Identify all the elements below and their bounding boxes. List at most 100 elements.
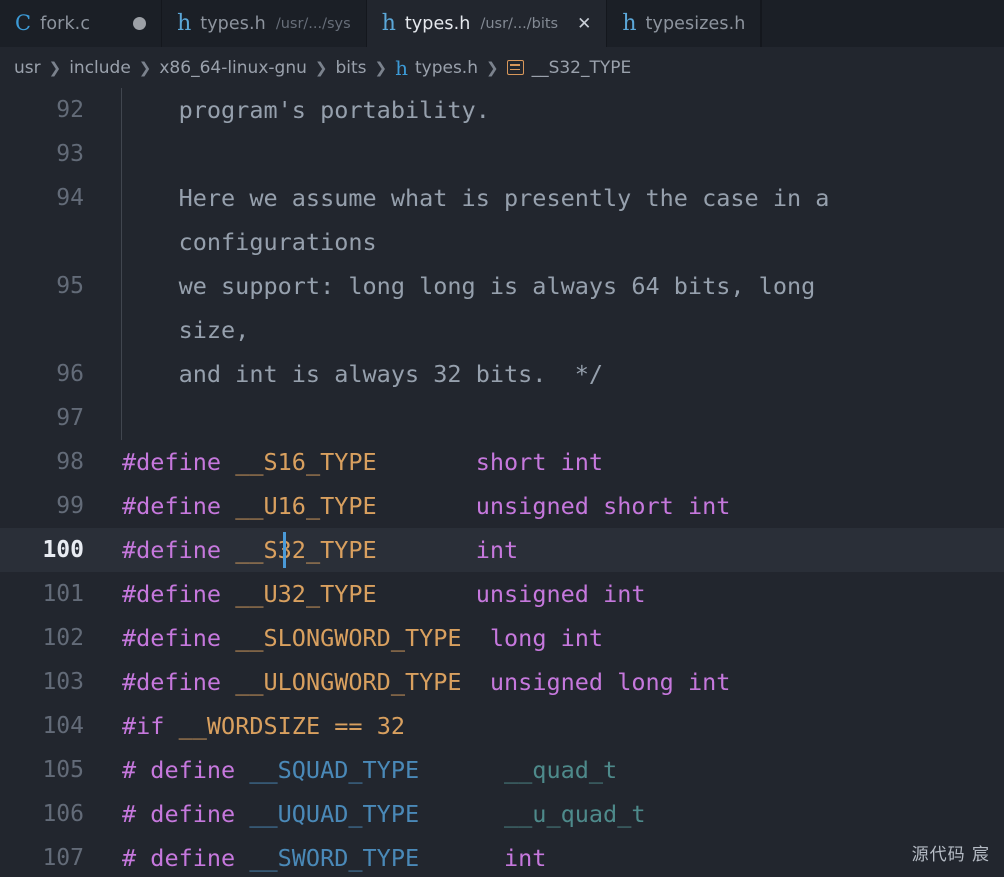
- line-number: 105: [42, 757, 84, 783]
- code-line-content[interactable]: Here we assume what is presently the cas…: [100, 184, 830, 212]
- code-line-content[interactable]: # define __SWORD_TYPE int: [100, 844, 546, 872]
- line-number: 107: [42, 845, 84, 871]
- c-file-icon: C: [15, 11, 32, 35]
- breadcrumb-item-label: __S32_TYPE: [531, 57, 632, 78]
- breadcrumb-item-__s32_type[interactable]: __S32_TYPE: [503, 58, 636, 78]
- code-line-103[interactable]: 103 #define __ULONGWORD_TYPE unsigned lon…: [0, 660, 1004, 704]
- code-line-content[interactable]: #define __ULONGWORD_TYPE unsigned long i…: [100, 668, 730, 696]
- code-token: int: [504, 844, 547, 872]
- code-token: __SQUAD_TYPE: [249, 756, 420, 784]
- code-line-104[interactable]: 104 #if __WORDSIZE == 32: [0, 704, 1004, 748]
- code-line-content[interactable]: we support: long long is always 64 bits,…: [100, 272, 816, 300]
- code-token: #define: [122, 536, 222, 564]
- code-line-content[interactable]: size,: [100, 316, 250, 344]
- code-token: #define: [122, 492, 222, 520]
- code-line-95[interactable]: 95 we support: long long is always 64 bi…: [0, 264, 1004, 308]
- editor-tab-types-h-bits[interactable]: h types.h/usr/.../bits ✕: [366, 0, 608, 47]
- code-line-wrapped[interactable]: configurations: [0, 220, 1004, 264]
- breadcrumb-item-label: bits: [335, 57, 367, 78]
- code-line-content[interactable]: #define __SLONGWORD_TYPE long int: [100, 624, 603, 652]
- code-line-98[interactable]: 98 #define __S16_TYPE short int: [0, 440, 1004, 484]
- code-line-96[interactable]: 96 and int is always 32 bits. */: [0, 352, 1004, 396]
- code-line-content[interactable]: #define __U16_TYPE unsigned short int: [100, 492, 730, 520]
- breadcrumb: usr ❯ include ❯ x86_64-linux-gnu ❯ bits ❯ h types…: [0, 47, 1004, 88]
- line-number: 94: [56, 185, 84, 211]
- breadcrumb-item-label: x86_64-linux-gnu: [159, 57, 307, 78]
- code-token: __WORDSIZE: [178, 712, 321, 740]
- line-number: 96: [56, 361, 84, 387]
- code-line-content[interactable]: # define __UQUAD_TYPE __u_quad_t: [100, 800, 646, 828]
- code-line-97[interactable]: 97: [0, 396, 1004, 440]
- code-line-content[interactable]: program's portability.: [100, 96, 490, 124]
- code-line-106[interactable]: 106 # define __UQUAD_TYPE __u_quad_t: [0, 792, 1004, 836]
- code-line-93[interactable]: 93: [0, 132, 1004, 176]
- line-number: 106: [42, 801, 84, 827]
- code-token: and int is always 32 bits. */: [122, 360, 604, 388]
- code-token: #define: [122, 448, 222, 476]
- code-line-content[interactable]: #define __U32_TYPE unsigned int: [100, 580, 646, 608]
- code-line-94[interactable]: 94 Here we assume what is presently the …: [0, 176, 1004, 220]
- h-file-icon: h: [177, 10, 192, 36]
- editor-tab-types-h-sys[interactable]: h types.h/usr/.../sys: [162, 0, 367, 47]
- tab-bar-empty-space: [761, 0, 1004, 47]
- editor-tab-label: types.h: [200, 13, 266, 34]
- breadcrumb-item-types-h[interactable]: h types.h: [391, 56, 482, 80]
- code-token: unsigned short int: [475, 492, 731, 520]
- code-line-101[interactable]: 101 #define __U32_TYPE unsigned int: [0, 572, 1004, 616]
- code-line-content[interactable]: configurations: [100, 228, 377, 256]
- close-icon[interactable]: ✕: [577, 15, 591, 32]
- editor-tab-bar: Cfork.c h types.h/usr/.../sys h types.h/usr/…: [0, 0, 1004, 47]
- line-number: 99: [56, 493, 84, 519]
- breadcrumb-item-include[interactable]: include: [65, 58, 135, 78]
- code-token: # define: [122, 756, 236, 784]
- code-line-wrapped[interactable]: size,: [0, 308, 1004, 352]
- breadcrumb-item-label: types.h: [414, 57, 478, 78]
- code-token: short int: [475, 448, 604, 476]
- code-line-105[interactable]: 105 # define __SQUAD_TYPE __quad_t: [0, 748, 1004, 792]
- code-line-content[interactable]: #define __S32_TYPE int: [100, 536, 518, 564]
- tab-unsaved-indicator[interactable]: [133, 17, 147, 30]
- code-line-107[interactable]: 107 # define __SWORD_TYPE int: [0, 836, 1004, 877]
- code-line-99[interactable]: 99 #define __U16_TYPE unsigned short int: [0, 484, 1004, 528]
- code-line-100[interactable]: 100 #define __S32_TYPE int: [0, 528, 1004, 572]
- h-file-icon: h: [622, 10, 637, 36]
- code-token: program's portability.: [122, 96, 490, 124]
- code-editor[interactable]: 92 program's portability. 93 94 Here we as…: [0, 88, 1004, 877]
- code-line-content[interactable]: #define __S16_TYPE short int: [100, 448, 603, 476]
- code-line-content[interactable]: #if __WORDSIZE == 32: [100, 712, 405, 740]
- editor-tab-path: /usr/.../bits: [480, 15, 559, 32]
- code-line-102[interactable]: 102 #define __SLONGWORD_TYPE long int: [0, 616, 1004, 660]
- breadcrumb-item-x86_64-linux-gnu[interactable]: x86_64-linux-gnu: [155, 58, 311, 78]
- symbol-constant-icon: [506, 60, 524, 75]
- editor-tab-label: fork.c: [40, 13, 91, 34]
- breadcrumb-separator-icon: ❯: [138, 58, 152, 77]
- code-token: we support: long long is always 64 bits,…: [122, 272, 816, 300]
- line-number: 95: [56, 273, 84, 299]
- line-number: 93: [56, 141, 84, 167]
- code-token: __UQUAD_TYPE: [249, 800, 420, 828]
- code-token: __quad_t: [504, 756, 618, 784]
- line-number: 104: [42, 713, 84, 739]
- code-line-content[interactable]: and int is always 32 bits. */: [100, 360, 603, 388]
- editor-tab-typesizes-h[interactable]: h typesizes.h: [607, 0, 762, 47]
- code-token: #define: [122, 624, 222, 652]
- code-token: #define: [122, 668, 222, 696]
- code-line-92[interactable]: 92 program's portability.: [0, 88, 1004, 132]
- breadcrumb-item-usr[interactable]: usr: [10, 58, 45, 78]
- breadcrumb-item-bits[interactable]: bits: [331, 58, 370, 78]
- code-token: 32: [376, 712, 405, 740]
- code-line-content[interactable]: # define __SQUAD_TYPE __quad_t: [100, 756, 617, 784]
- code-token: __S32_TYPE: [235, 536, 377, 564]
- editor-tab-fork-c[interactable]: Cfork.c: [0, 0, 163, 47]
